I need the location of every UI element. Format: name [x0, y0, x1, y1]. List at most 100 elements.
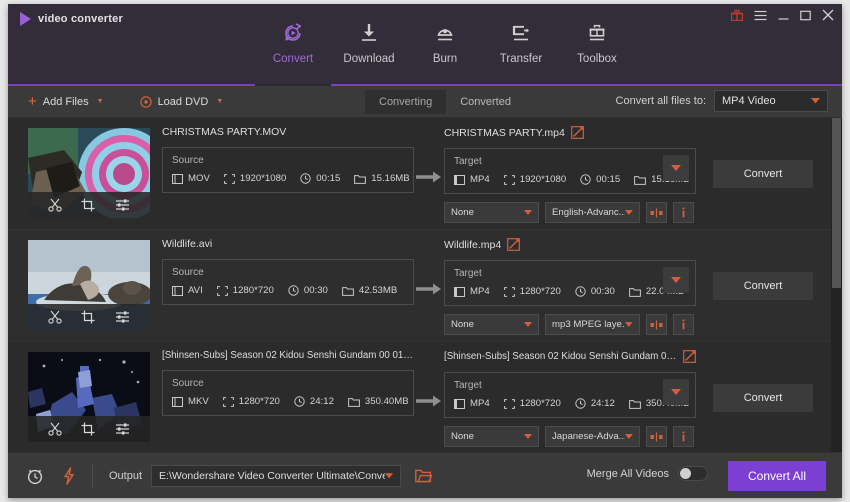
trim-scissors-icon[interactable] [48, 310, 62, 324]
tab-converting[interactable]: Converting [365, 90, 447, 114]
format-value: MOV [188, 173, 210, 184]
info-icon[interactable] [673, 314, 694, 335]
source-size: 42.53MB [341, 285, 398, 296]
add-stream-icon[interactable] [646, 426, 667, 447]
thumbnail-tools [28, 304, 150, 330]
source-info: CHRISTMAS PARTY.MOV Source MOV 1920*1080 [162, 126, 414, 193]
merge-toggle[interactable] [678, 466, 708, 481]
menu-icon[interactable] [754, 10, 767, 21]
bottom-bar: Output E:\Wondershare Video Converter Ul… [8, 452, 842, 498]
nav-tab-label: Transfer [499, 53, 543, 65]
source-filename: Wildlife.avi [162, 238, 213, 250]
crop-icon[interactable] [81, 310, 95, 324]
format-value: MP4 Video [722, 95, 776, 107]
nav-tab-transfer[interactable]: Transfer [483, 20, 559, 67]
nav-tab-convert[interactable]: Convert [255, 20, 331, 67]
crop-icon[interactable] [81, 422, 95, 436]
info-icon[interactable] [673, 426, 694, 447]
play-triangle-icon [20, 12, 31, 26]
gift-icon[interactable] [731, 9, 743, 21]
subtitle-value: None [451, 319, 474, 330]
convert-circular-arrow-icon [281, 20, 305, 46]
load-dvd-button[interactable]: Load DVD ▼ [136, 96, 228, 108]
target-label: Target [454, 380, 482, 391]
source-box: Source MKV 1280*720 24:12 350.40MB [162, 370, 414, 416]
main-navigation: Convert Download Burn Transfer Toolbox [255, 20, 635, 67]
list-scrollbar[interactable] [831, 118, 842, 452]
crop-icon[interactable] [81, 198, 95, 212]
stream-selectors: None Japanese-Adva... [444, 426, 696, 447]
source-format: AVI [172, 285, 203, 296]
minimize-icon[interactable] [778, 10, 789, 21]
size-value: 15.16MB [371, 173, 410, 184]
rename-pencil-icon[interactable] [683, 350, 696, 363]
maximize-icon[interactable] [800, 10, 811, 21]
duration-value: 00:30 [303, 285, 328, 296]
trim-scissors-icon[interactable] [48, 422, 62, 436]
effects-sliders-icon[interactable] [115, 422, 130, 436]
video-thumbnail[interactable] [28, 128, 150, 218]
merge-all-videos: Merge All Videos [587, 466, 708, 481]
target-info: CHRISTMAS PARTY.mp4 Target MP4 1920*1080… [444, 126, 696, 223]
convert-button[interactable]: Convert [713, 272, 813, 300]
target-settings-caret[interactable] [663, 155, 689, 181]
output-path-field[interactable]: E:\Wondershare Video Converter Ultimate\… [151, 464, 402, 487]
format-value: MP4 [470, 398, 490, 409]
add-files-button[interactable]: + Add Files ▼ [24, 94, 108, 109]
source-resolution: 1920*1080 [223, 173, 286, 184]
target-filename: Wildlife.mp4 [444, 238, 502, 251]
open-folder-icon[interactable] [415, 468, 433, 483]
lightning-bolt-icon[interactable] [62, 466, 76, 485]
trim-scissors-icon[interactable] [48, 198, 62, 212]
subtitle-select[interactable]: None [444, 426, 539, 447]
convert-all-button[interactable]: Convert All [728, 461, 826, 491]
stream-selectors: None English-Advanc... [444, 202, 696, 223]
effects-sliders-icon[interactable] [115, 310, 130, 324]
target-settings-caret[interactable] [663, 379, 689, 405]
format-select[interactable]: MP4 Video [714, 90, 828, 112]
chevron-down-icon[interactable]: ▼ [216, 98, 223, 105]
nav-tab-burn[interactable]: Burn [407, 20, 483, 67]
subtitle-select[interactable]: None [444, 314, 539, 335]
table-row: CHRISTMAS PARTY.MOV Source MOV 1920*1080 [8, 118, 831, 230]
close-icon[interactable] [822, 9, 834, 21]
nav-tab-label: Burn [432, 53, 458, 65]
source-label: Source [172, 378, 204, 389]
scrollbar-thumb[interactable] [832, 118, 841, 288]
video-thumbnail[interactable] [28, 240, 150, 330]
file-toolbar: + Add Files ▼ Load DVD ▼ Converting Conv… [8, 86, 842, 118]
nav-tab-toolbox[interactable]: Toolbox [559, 20, 635, 67]
nav-tab-download[interactable]: Download [331, 20, 407, 67]
tab-converted[interactable]: Converted [446, 90, 525, 114]
info-icon[interactable] [673, 202, 694, 223]
video-thumbnail[interactable] [28, 352, 150, 442]
target-settings-caret[interactable] [663, 267, 689, 293]
target-label: Target [454, 156, 482, 167]
convert-button[interactable]: Convert [713, 160, 813, 188]
resolution-value: 1920*1080 [519, 174, 567, 185]
target-box: Target MP4 1280*720 [444, 372, 696, 418]
rename-pencil-icon[interactable] [570, 126, 584, 139]
format-value: AVI [188, 285, 203, 296]
resolution-value: 1280*720 [232, 285, 274, 296]
size-value: 42.53MB [358, 285, 398, 296]
nav-tab-label: Download [343, 53, 395, 65]
chevron-down-icon[interactable]: ▼ [97, 98, 104, 105]
resolution-value: 1280*720 [519, 398, 561, 409]
audio-select[interactable]: mp3 MPEG laye... [545, 314, 640, 335]
add-stream-icon[interactable] [646, 314, 667, 335]
effects-sliders-icon[interactable] [115, 198, 130, 212]
toolbox-icon [585, 20, 609, 46]
rename-pencil-icon[interactable] [507, 238, 521, 251]
add-stream-icon[interactable] [646, 202, 667, 223]
convert-button[interactable]: Convert [713, 384, 813, 412]
audio-select[interactable]: English-Advanc... [545, 202, 640, 223]
alarm-clock-icon[interactable] [26, 467, 44, 485]
subtitle-value: None [451, 431, 474, 442]
audio-select[interactable]: Japanese-Adva... [545, 426, 640, 447]
target-resolution: 1280*720 [503, 398, 561, 409]
app-window: video converter Convert Download Burn Tr… [8, 4, 842, 498]
subtitle-select[interactable]: None [444, 202, 539, 223]
convert-all-label: Convert all files to: [615, 95, 706, 107]
target-box: Target MP4 1920*1080 00:15 [444, 148, 696, 194]
